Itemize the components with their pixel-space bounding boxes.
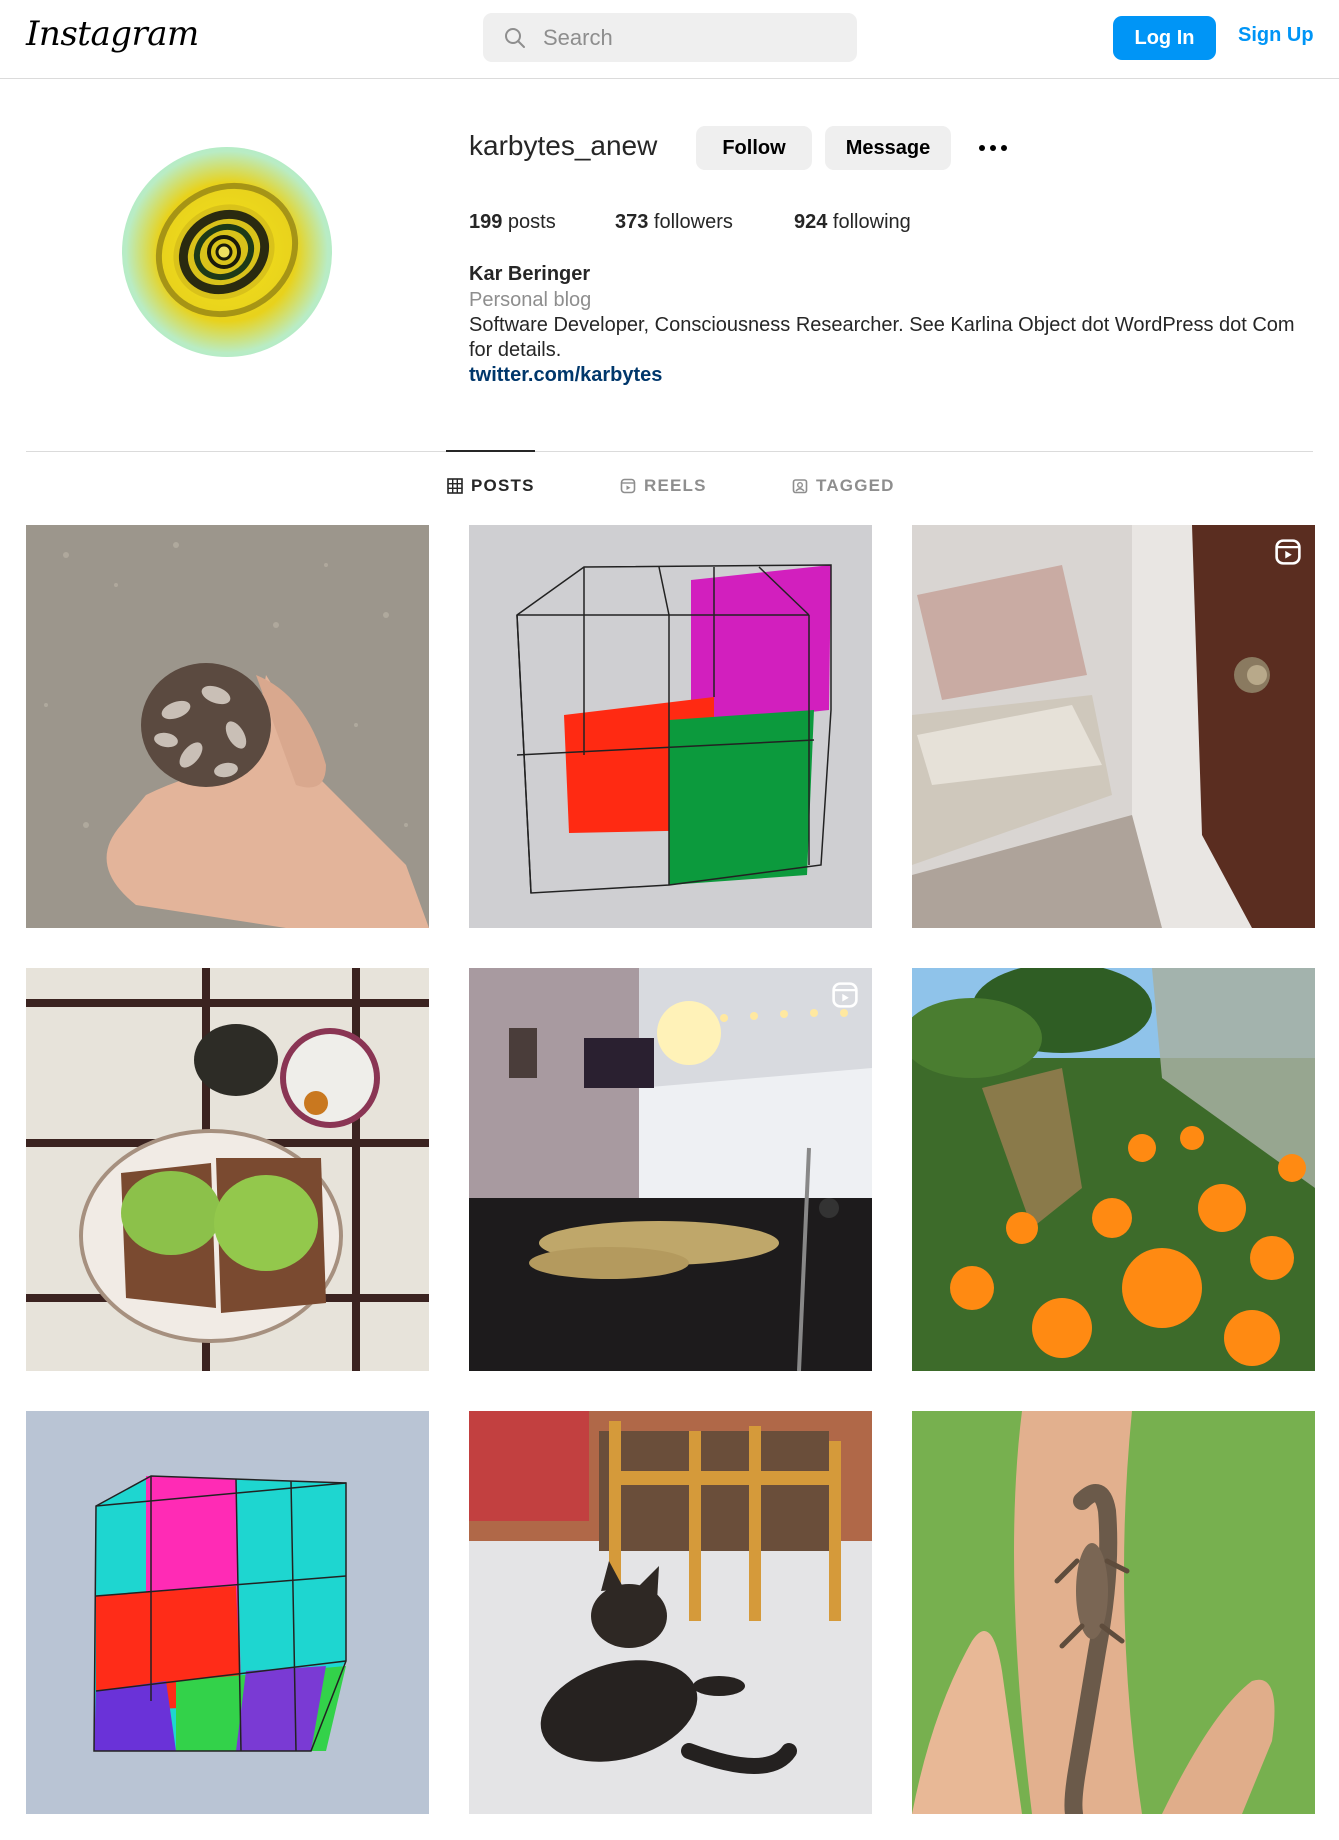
grid-icon [447, 478, 463, 494]
profile-full-name: Kar Beringer [469, 263, 591, 285]
following-stat[interactable]: 924 following [794, 211, 911, 234]
following-label: following [827, 211, 911, 233]
following-count: 924 [794, 211, 828, 233]
post-tile-cube-drawing[interactable] [469, 525, 872, 928]
profile-username: karbytes_anew [469, 130, 658, 161]
post-image [26, 968, 429, 1371]
more-options-icon[interactable] [975, 132, 1011, 164]
post-tile-lizard[interactable] [912, 1411, 1315, 1814]
search-input[interactable] [543, 24, 823, 51]
search-icon [505, 27, 525, 48]
top-nav-bar: Instagram Log In Sign Up [0, 0, 1339, 79]
active-tab-indicator [446, 450, 535, 452]
signup-link[interactable]: Sign Up [1238, 24, 1314, 47]
post-image [26, 1411, 429, 1814]
reels-icon [620, 478, 636, 494]
post-tile-avocado-toast[interactable] [26, 968, 429, 1371]
post-image [26, 525, 429, 928]
post-tile-colorful-cube[interactable] [26, 1411, 429, 1814]
tab-reels-label: REELS [644, 476, 707, 495]
post-image [912, 525, 1315, 928]
tab-posts-label: POSTS [471, 476, 535, 495]
login-button[interactable]: Log In [1113, 16, 1216, 60]
posts-label: posts [502, 211, 556, 233]
tagged-icon [792, 479, 808, 494]
tab-tagged[interactable]: TAGGED [792, 476, 895, 496]
tabs-divider [26, 451, 1313, 452]
tab-posts[interactable]: POSTS [447, 476, 535, 496]
post-image [912, 968, 1315, 1371]
profile-avatar[interactable] [122, 147, 332, 357]
post-image [469, 525, 872, 928]
tab-tagged-label: TAGGED [816, 476, 895, 495]
instagram-logo[interactable]: Instagram [26, 14, 199, 54]
post-image [469, 968, 872, 1371]
reel-indicator-icon [832, 982, 858, 1008]
followers-label: followers [648, 211, 733, 233]
post-tile-cat[interactable] [469, 1411, 872, 1814]
follow-button[interactable]: Follow [696, 126, 812, 170]
post-image [912, 1411, 1315, 1814]
tab-reels[interactable]: REELS [620, 476, 707, 496]
post-tile-pinecone[interactable] [26, 525, 429, 928]
reel-indicator-icon [1275, 539, 1301, 565]
profile-category: Personal blog [469, 289, 592, 311]
profile-bio: Software Developer, Consciousness Resear… [469, 314, 1295, 361]
post-image [469, 1411, 872, 1814]
followers-count: 373 [615, 211, 649, 233]
profile-external-link[interactable]: twitter.com/karbytes [469, 364, 662, 387]
post-tile-drum-room[interactable] [469, 968, 872, 1371]
posts-stat: 199 posts [469, 211, 556, 234]
followers-stat[interactable]: 373 followers [615, 211, 733, 234]
search-box[interactable] [483, 13, 857, 62]
post-tile-poppies[interactable] [912, 968, 1315, 1371]
posts-count: 199 [469, 211, 503, 233]
post-tile-bed-door[interactable] [912, 525, 1315, 928]
message-button[interactable]: Message [825, 126, 951, 170]
